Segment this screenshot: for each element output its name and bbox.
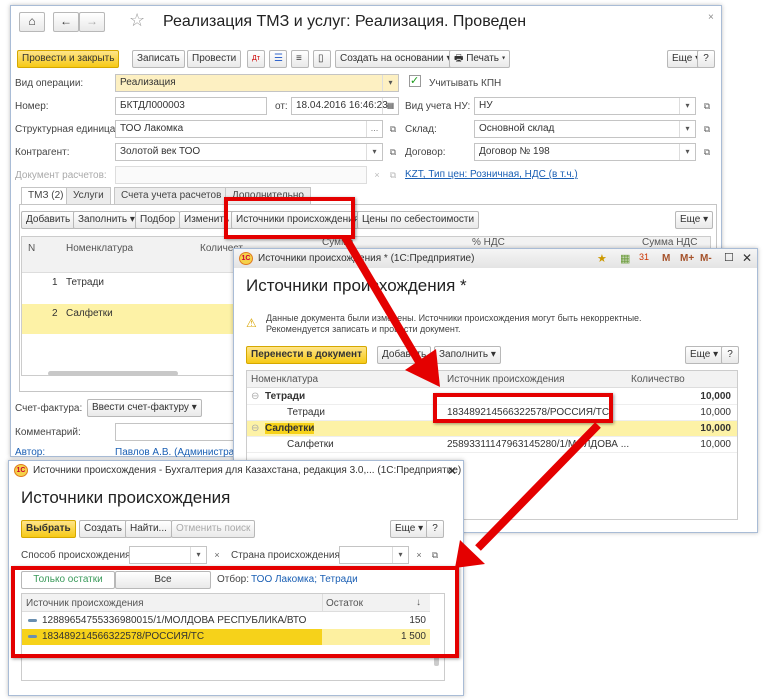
annotation-arrows [341,234,601,568]
arrow-to-list [455,422,601,568]
arrow-to-doc [341,234,440,387]
